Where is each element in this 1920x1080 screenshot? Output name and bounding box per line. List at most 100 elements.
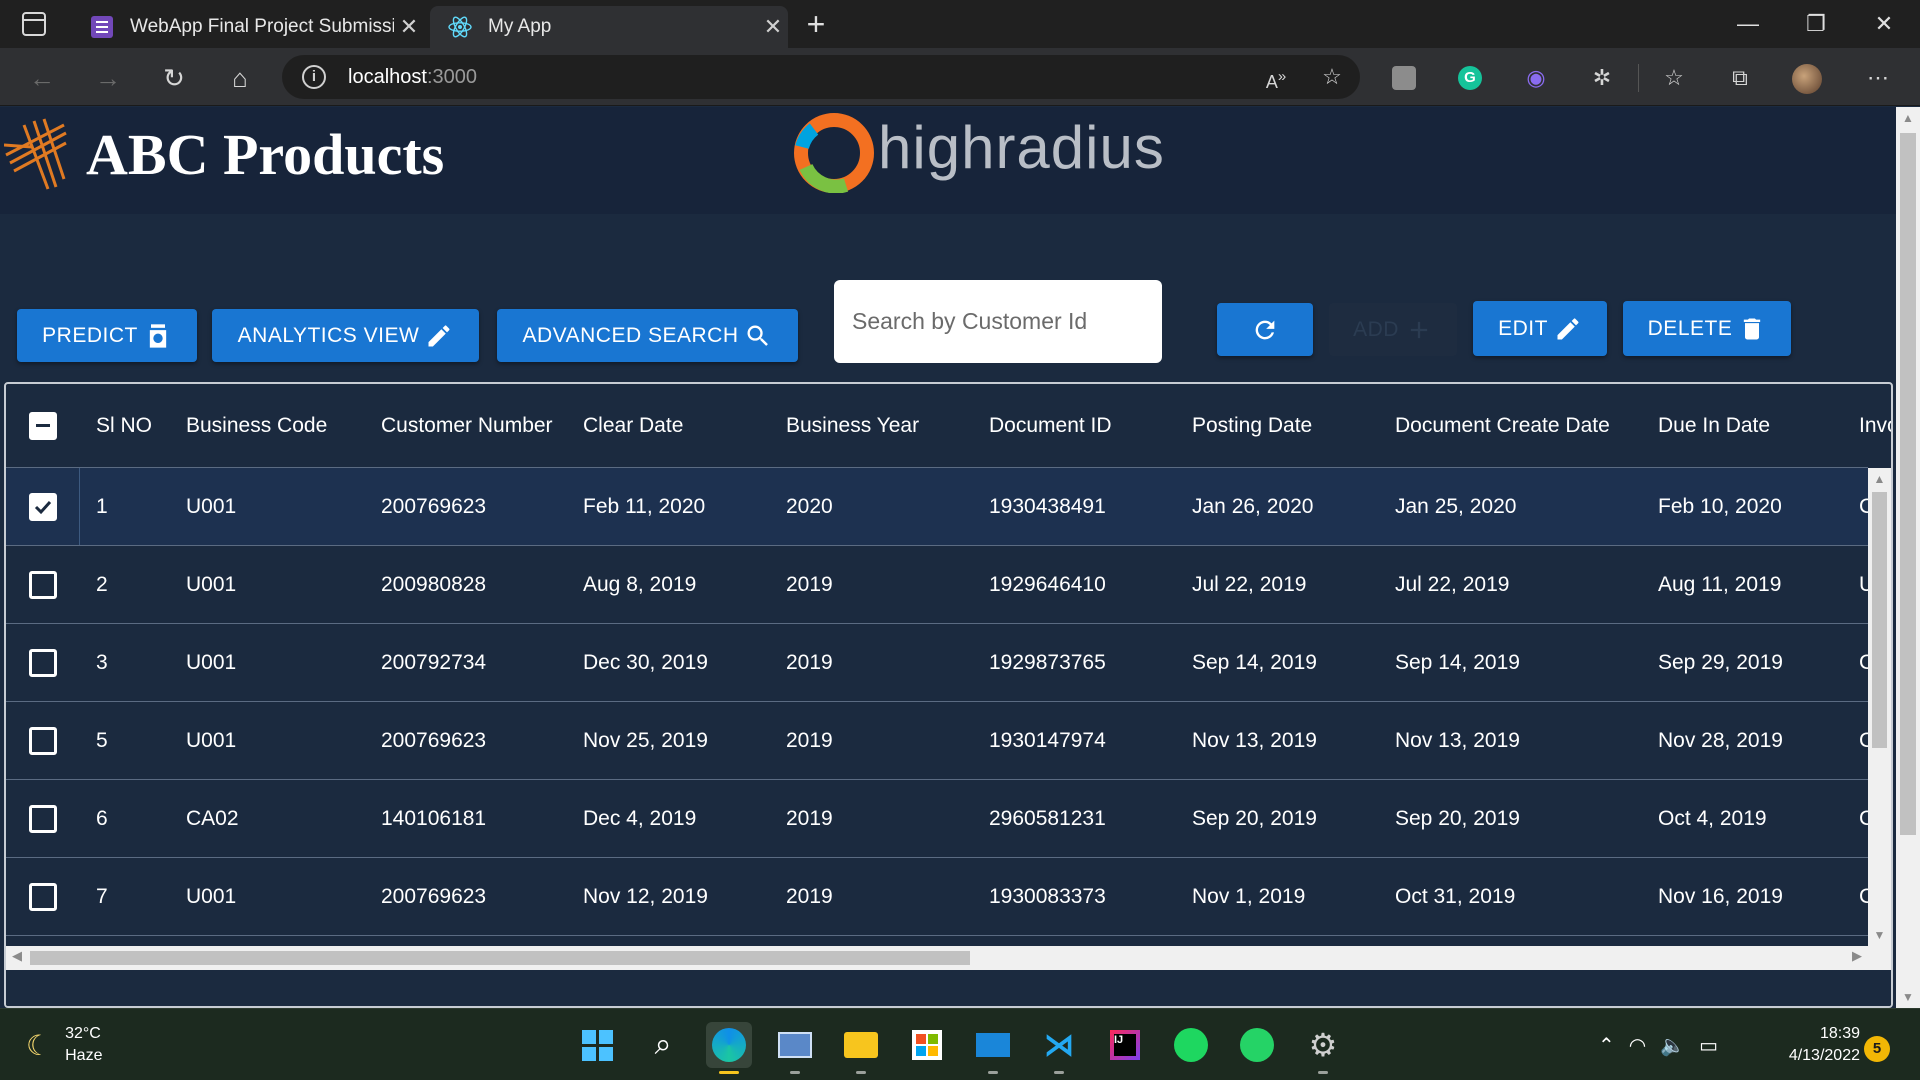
refresh-button[interactable] [1217,303,1313,356]
grammarly-icon[interactable]: G [1456,64,1484,92]
scroll-down-icon[interactable]: ▼ [1896,990,1920,1004]
volume-icon[interactable]: 🔈 [1660,1033,1685,1058]
wifi-icon[interactable]: ◠ [1629,1033,1646,1058]
row-checkbox[interactable] [29,570,57,599]
forward-icon[interactable]: → [90,60,126,96]
site-info-icon[interactable]: i [302,65,326,89]
column-header-customer-number[interactable]: Customer Number [381,414,553,438]
cell-business-code: CA02 [186,806,239,830]
extension-icon[interactable] [1390,64,1418,92]
settings-icon[interactable]: ⚙ [1300,1022,1346,1074]
new-tab-icon[interactable]: + [798,6,834,42]
column-header-business-code[interactable]: Business Code [186,414,327,438]
column-header-sl-no[interactable]: Sl NO [96,414,152,438]
advanced-search-button[interactable]: ADVANCED SEARCH [497,309,798,362]
refresh-icon [1255,320,1275,339]
table-row[interactable]: 3 U001 200792734 Dec 30, 2019 2019 1929873765… [6,624,1874,702]
system-tray: ⌃ ◠ 🔈 ▭ [1598,1033,1718,1058]
tab-webapp-submission[interactable]: WebApp Final Project Submission ✕ [72,6,424,48]
weather-widget[interactable]: ☾ 32°C Haze [26,1023,102,1067]
scroll-left-icon[interactable]: ◀ [12,948,22,964]
spotify-icon[interactable] [1168,1022,1214,1068]
avatar[interactable] [1792,64,1822,94]
table-row[interactable]: 2 U001 200980828 Aug 8, 2019 2019 1929646410 J… [6,546,1874,624]
cell-posting-date: Jul 22, 2019 [1192,572,1307,596]
grid-vertical-scrollbar[interactable]: ▲ ▼ [1868,468,1891,946]
extensions-icon[interactable]: ✲ [1588,64,1616,92]
vscode-icon[interactable]: ⋊ [1036,1022,1082,1074]
row-checkbox[interactable] [29,804,57,833]
home-icon[interactable]: ⌂ [222,60,258,96]
read-aloud-icon[interactable]: A» [1262,63,1290,92]
delete-button[interactable]: DELETE [1623,301,1791,356]
mail-icon[interactable] [970,1022,1016,1074]
app-root: ABC Products highradius PREDICT ANALYTIC… [0,107,1896,1008]
battery-icon[interactable]: ▭ [1699,1033,1718,1058]
column-header-due-in-date[interactable]: Due In Date [1658,414,1770,438]
scroll-thumb[interactable] [30,951,970,965]
table-row[interactable]: 5 U001 200769623 Nov 25, 2019 2019 1930147974… [6,702,1874,780]
scroll-down-icon[interactable]: ▼ [1868,928,1891,942]
intellij-icon[interactable]: IJ [1102,1022,1148,1068]
cell-business-year: 2019 [786,806,833,830]
cell-due-in-date: Feb 10, 2020 [1658,494,1782,518]
scroll-thumb[interactable] [1900,133,1916,835]
mastodon-icon[interactable]: ◉ [1522,64,1550,92]
column-header-document-create-date[interactable]: Document Create Date [1395,414,1610,438]
search-icon[interactable]: ⌕ [640,1022,686,1068]
table-row[interactable]: 1 U001 200769623 Feb 11, 2020 2020 1930438491… [6,468,1874,546]
clock[interactable]: 18:39 4/13/2022 [1760,1023,1860,1067]
scroll-up-icon[interactable]: ▲ [1896,111,1920,125]
select-all-checkbox[interactable] [29,411,57,440]
cell-posting-date: Sep 14, 2019 [1192,650,1317,674]
grid-horizontal-scrollbar[interactable]: ◀ ▶ [6,946,1891,970]
table-row[interactable]: 7 U001 200769623 Nov 12, 2019 2019 1930083373… [6,858,1874,936]
scroll-thumb[interactable] [1872,492,1887,748]
search-input[interactable] [834,280,1162,363]
favorite-add-icon[interactable]: ☆ [1318,63,1346,91]
cell-document-id: 1930438491 [989,494,1106,518]
column-header-business-year[interactable]: Business Year [786,414,919,438]
windows-start-icon[interactable] [574,1022,620,1068]
scroll-up-icon[interactable]: ▲ [1868,472,1891,486]
store-icon[interactable] [904,1022,950,1068]
notification-badge[interactable]: 5 [1864,1036,1890,1062]
react-icon [448,15,472,39]
predict-button[interactable]: PREDICT [17,309,197,362]
row-checkbox[interactable] [29,726,57,755]
address-bar[interactable]: i localhost:3000 A» ☆ [282,55,1360,99]
close-tab-icon[interactable]: ✕ [394,14,424,40]
add-button[interactable]: ADD [1329,303,1457,356]
file-explorer-icon[interactable] [838,1022,884,1074]
scroll-right-icon[interactable]: ▶ [1852,948,1862,964]
minimize-icon[interactable]: — [1718,6,1778,42]
column-header-clear-date[interactable]: Clear Date [583,414,683,438]
analytics-view-button[interactable]: ANALYTICS VIEW [212,309,479,362]
page-vertical-scrollbar[interactable]: ▲ ▼ [1896,107,1920,1008]
whatsapp-icon[interactable] [1234,1022,1280,1068]
table-row[interactable]: 6 CA02 140106181 Dec 4, 2019 2019 2960581231 S… [6,780,1874,858]
edge-icon[interactable] [706,1022,752,1074]
close-window-icon[interactable]: ✕ [1854,6,1914,42]
back-icon[interactable]: ← [24,60,60,96]
restore-icon[interactable]: ❐ [1786,6,1846,42]
highradius-logo-icon [794,113,874,193]
row-checkbox[interactable] [29,648,57,677]
edit-button[interactable]: EDIT [1473,301,1607,356]
column-header-invoice[interactable]: Invo [1859,414,1891,438]
tab-my-app[interactable]: My App ✕ [430,6,788,48]
collections-icon[interactable]: ⧉ [1726,64,1754,92]
close-tab-icon[interactable]: ✕ [758,14,788,40]
column-header-posting-date[interactable]: Posting Date [1192,414,1312,438]
more-menu-icon[interactable]: ⋯ [1864,64,1892,92]
tab-actions-icon[interactable] [22,12,46,36]
chevron-up-icon[interactable]: ⌃ [1598,1033,1615,1058]
photos-icon[interactable] [772,1022,818,1074]
reload-icon[interactable]: ↻ [156,60,192,96]
favorites-icon[interactable]: ☆ [1660,64,1688,92]
cell-document-id: 1929646410 [989,572,1106,596]
row-checkbox[interactable] [29,882,57,911]
cell-sl-no: 1 [96,494,108,518]
column-header-document-id[interactable]: Document ID [989,414,1112,438]
row-checkbox[interactable] [29,492,57,521]
